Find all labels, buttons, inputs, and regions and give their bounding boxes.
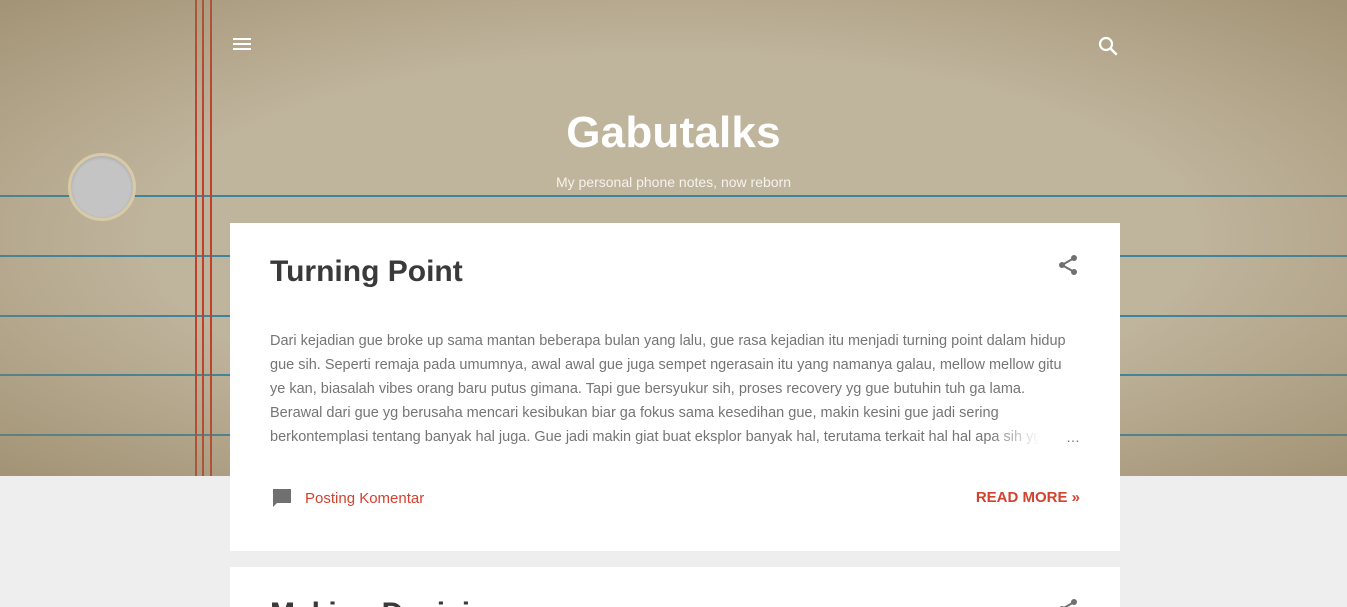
menu-icon[interactable] <box>230 32 254 56</box>
post-card: Making Decisions <box>230 567 1120 607</box>
share-icon[interactable] <box>1056 597 1080 607</box>
share-icon[interactable] <box>1056 253 1080 277</box>
blog-description: My personal phone notes, now reborn <box>555 174 792 190</box>
comment-icon <box>273 489 291 507</box>
read-more-link[interactable]: READ MORE » <box>976 489 1080 506</box>
post-title[interactable]: Turning Point <box>270 255 463 289</box>
comment-link[interactable]: Posting Komentar <box>270 486 424 510</box>
snippet-ellipsis: … <box>990 425 1080 449</box>
search-icon[interactable] <box>1096 34 1120 58</box>
post-snippet: Dari kejadian gue broke up sama mantan b… <box>270 333 1066 445</box>
comment-label: Posting Komentar <box>305 489 425 507</box>
blog-title[interactable]: Gabutalks <box>0 108 1347 158</box>
post-title[interactable]: Making Decisions <box>270 597 523 607</box>
post-card: Turning Point Dari kejadian gue broke up… <box>230 223 1120 551</box>
